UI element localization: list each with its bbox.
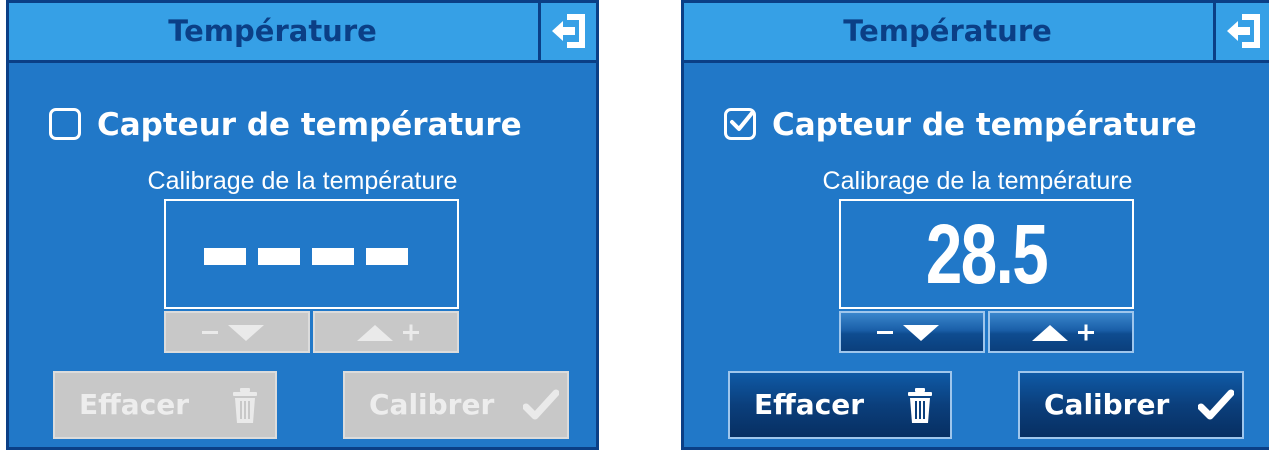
temperature-panel-disabled: Température Capteur de température Calib… xyxy=(6,0,599,450)
dash xyxy=(258,248,300,265)
dash xyxy=(366,248,408,265)
exit-icon xyxy=(1227,14,1260,48)
minus-icon xyxy=(202,331,218,334)
decrease-button[interactable] xyxy=(839,311,985,353)
sensor-checkbox[interactable] xyxy=(724,108,756,140)
clear-button[interactable]: Effacer xyxy=(53,371,277,439)
temperature-panel-enabled: Température Capteur de température Calib… xyxy=(681,0,1269,450)
triangle-down-icon xyxy=(903,325,939,341)
dash xyxy=(204,248,246,265)
trash-icon xyxy=(908,388,932,423)
panel-header: Température xyxy=(684,3,1269,63)
exit-button[interactable] xyxy=(538,3,596,60)
calibration-label: Calibrage de la température xyxy=(822,167,1133,195)
sensor-checkbox-label: Capteur de température xyxy=(772,107,1197,143)
calibration-stepper xyxy=(839,311,1134,353)
minus-icon xyxy=(877,331,893,334)
calibrate-button-label: Calibrer xyxy=(369,388,495,421)
triangle-down-icon xyxy=(228,325,264,341)
checkmark-icon xyxy=(730,111,753,131)
sensor-checkbox[interactable] xyxy=(49,108,81,140)
decrease-button[interactable] xyxy=(164,311,310,353)
increase-button[interactable] xyxy=(313,311,459,353)
calibration-value-display xyxy=(164,199,459,309)
empty-value-dashes xyxy=(204,248,420,267)
dash xyxy=(312,248,354,265)
calibration-label: Calibrage de la température xyxy=(147,167,458,195)
clear-button-label: Effacer xyxy=(79,388,190,421)
calibration-value-display: 28.5 xyxy=(839,199,1134,309)
checkmark-icon xyxy=(1198,389,1234,420)
exit-button[interactable] xyxy=(1213,3,1269,60)
calibrate-button-label: Calibrer xyxy=(1044,388,1170,421)
checkmark-icon xyxy=(523,389,559,420)
calibrate-button[interactable]: Calibrer xyxy=(1018,371,1244,439)
sensor-checkbox-label: Capteur de température xyxy=(97,107,522,143)
increase-button[interactable] xyxy=(988,311,1134,353)
calibration-value: 28.5 xyxy=(925,207,1049,301)
panel-title: Température xyxy=(168,14,377,48)
clear-button[interactable]: Effacer xyxy=(728,371,952,439)
plus-icon xyxy=(403,324,419,341)
panel-title: Température xyxy=(843,14,1052,48)
trash-icon xyxy=(233,388,257,423)
calibration-stepper xyxy=(164,311,459,353)
calibrate-button[interactable]: Calibrer xyxy=(343,371,569,439)
triangle-up-icon xyxy=(1032,325,1068,341)
triangle-up-icon xyxy=(357,325,393,341)
plus-icon xyxy=(1078,324,1094,341)
exit-icon xyxy=(552,14,585,48)
clear-button-label: Effacer xyxy=(754,388,865,421)
panel-header: Température xyxy=(9,3,596,63)
